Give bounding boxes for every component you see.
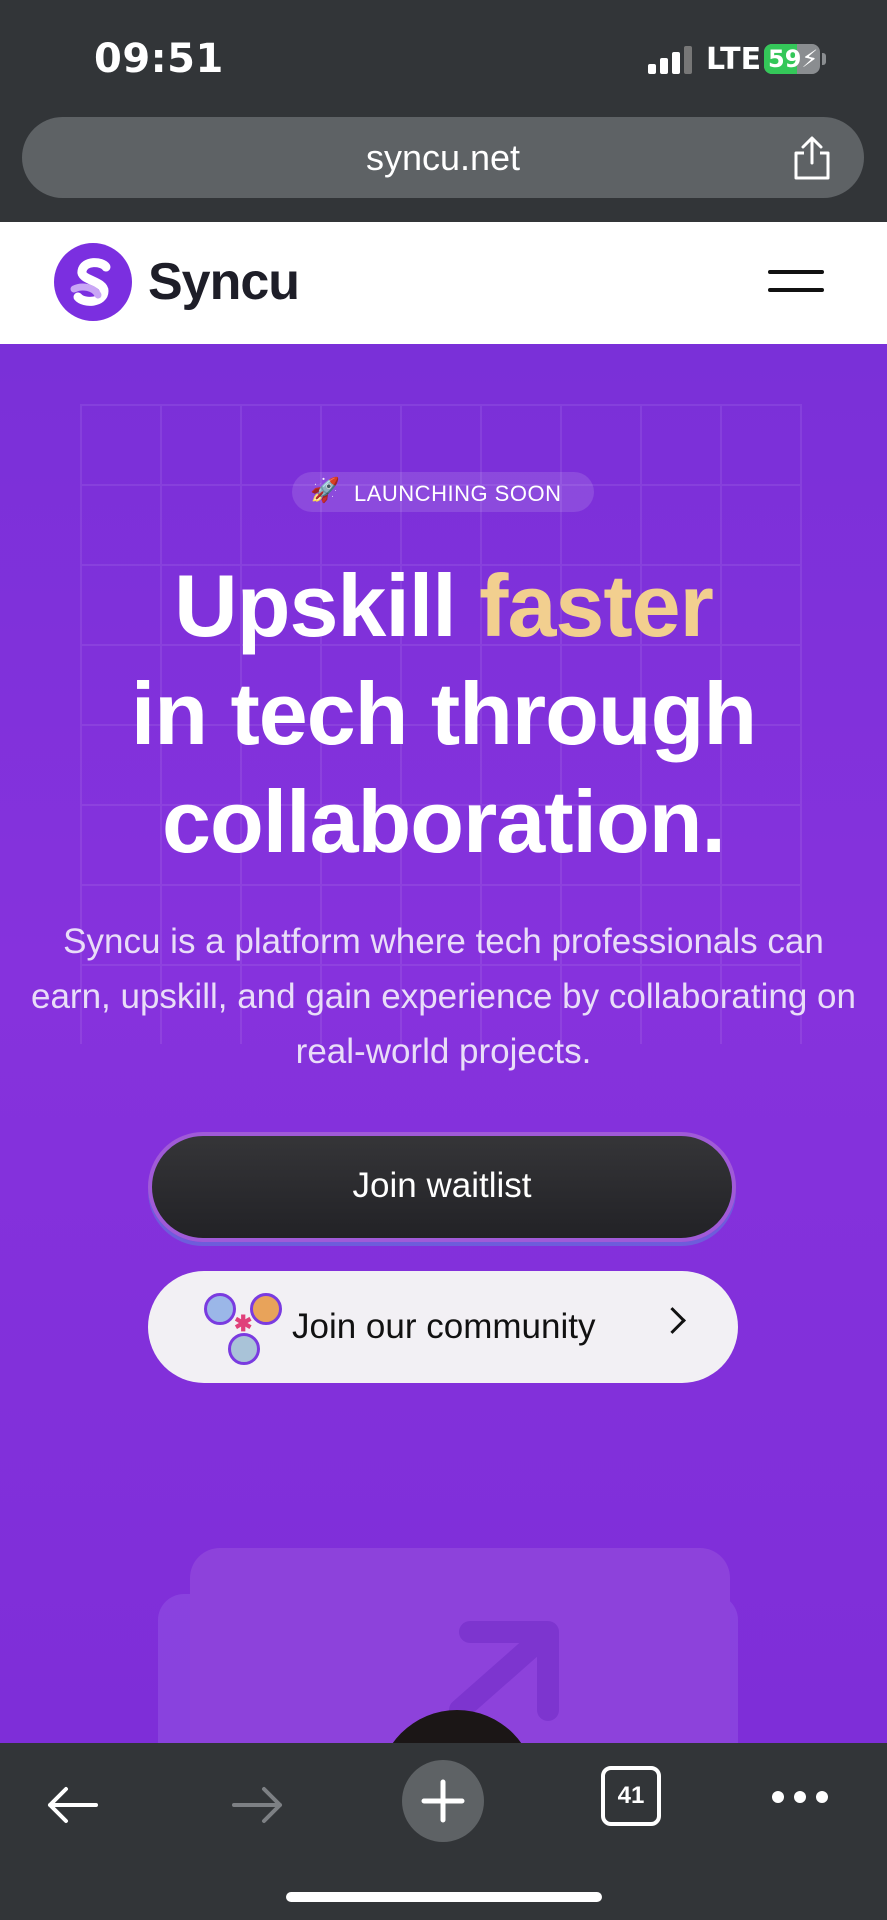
browser-toolbar: 41 [0,1743,887,1920]
new-tab-plus-icon[interactable] [402,1760,484,1842]
hero-section: 🚀 LAUNCHING SOON Upskill faster in tech … [0,344,887,1744]
avatar [228,1333,260,1365]
battery-charging-icon: 59⚡ [764,44,820,74]
logo-text[interactable]: Syncu [148,252,300,312]
status-time: 09:51 [94,36,224,82]
community-label: Join our community [292,1307,596,1346]
headline-accent: faster [479,556,714,655]
address-bar[interactable]: syncu.net [22,117,864,198]
network-type: LTE [706,42,762,77]
syncu-logo-icon[interactable] [54,243,132,321]
slack-icon: ✱ [234,1311,253,1336]
avatar [250,1293,282,1325]
forward-arrow-icon[interactable] [230,1785,286,1825]
join-community-button[interactable]: ✱ Join our community [148,1271,738,1383]
headline-line2: in tech through [130,664,757,763]
badge-label: LAUNCHING SOON [354,481,562,506]
home-indicator [286,1892,602,1902]
launch-badge: 🚀 LAUNCHING SOON [292,472,594,512]
community-avatars: ✱ [204,1293,284,1365]
tabs-icon[interactable]: 41 [601,1766,661,1826]
share-icon[interactable] [790,135,834,181]
menu-icon[interactable] [768,270,824,296]
site-header: Syncu [0,222,887,344]
battery-level: 59 [768,45,802,73]
hero-subtext: Syncu is a platform where tech professio… [31,922,856,1071]
avatar [204,1293,236,1325]
signal-icon [648,46,692,74]
headline-line3: collaboration. [162,772,726,871]
hero-headline: Upskill faster in tech through collabora… [0,552,887,876]
chevron-right-icon [659,1307,686,1334]
headline-part1: Upskill [174,556,480,655]
more-icon[interactable] [772,1791,828,1803]
browser-chrome: syncu.net [0,115,887,222]
back-arrow-icon[interactable] [44,1785,100,1825]
url-text: syncu.net [365,137,521,178]
join-waitlist-button[interactable]: Join waitlist [148,1132,736,1242]
status-bar: 09:51 LTE 59⚡ [0,0,887,115]
rocket-icon: 🚀 [310,477,340,504]
